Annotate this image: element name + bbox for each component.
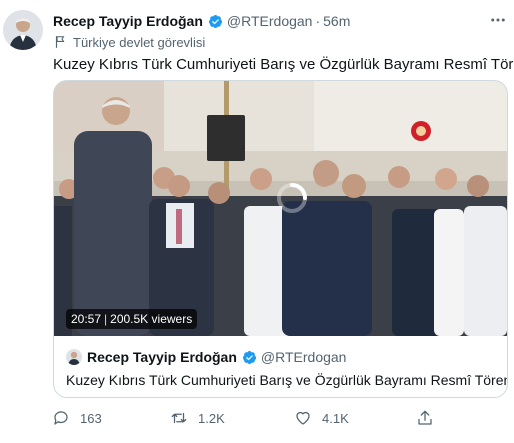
retweet-count: 1.2K <box>198 410 225 426</box>
quoted-author-avatar <box>66 349 82 365</box>
author-avatar[interactable] <box>3 10 43 50</box>
reply-button[interactable]: 163 <box>52 404 102 432</box>
share-button[interactable] <box>416 404 444 432</box>
reply-icon <box>54 411 68 425</box>
verified-badge-icon <box>208 14 222 28</box>
tweet-timestamp[interactable]: 56m <box>323 13 350 29</box>
author-handle[interactable]: @RTErdogan <box>227 13 313 29</box>
viewer-count: 200.5K viewers <box>110 312 193 326</box>
tweet[interactable]: Recep Tayyip Erdoğan @RTErdogan · 56m Tü… <box>0 0 514 443</box>
quoted-tweet-text: Kuzey Kıbrıs Türk Cumhuriyeti Barış ve Ö… <box>66 372 508 388</box>
more-icon <box>491 18 505 22</box>
quoted-author-name: Recep Tayyip Erdoğan <box>87 349 237 365</box>
more-options-button[interactable] <box>486 11 510 29</box>
quoted-tweet[interactable]: 20:57 | 200.5K viewers Recep Tayyip Erdoğa… <box>53 80 508 398</box>
quoted-tweet-header: Recep Tayyip Erdoğan @RTErdogan <box>66 348 346 366</box>
tweet-header: Recep Tayyip Erdoğan @RTErdogan · 56m <box>53 12 473 30</box>
tweet-actions: 163 1.2K 4.1K <box>50 404 450 432</box>
live-video-player[interactable]: 20:57 | 200.5K viewers <box>54 81 507 336</box>
tweet-text: Kuzey Kıbrıs Türk Cumhuriyeti Barış ve Ö… <box>53 56 514 73</box>
author-name[interactable]: Recep Tayyip Erdoğan <box>53 13 203 29</box>
reply-count: 163 <box>80 410 102 426</box>
like-icon <box>296 411 310 425</box>
state-affiliation-label[interactable]: Türkiye devlet görevlisi <box>53 34 205 50</box>
header-separator: · <box>315 13 321 29</box>
retweet-icon <box>171 412 187 424</box>
retweet-button[interactable]: 1.2K <box>170 404 225 432</box>
like-button[interactable]: 4.1K <box>294 404 349 432</box>
loading-spinner-icon <box>277 183 307 213</box>
quoted-author-handle: @RTErdogan <box>260 349 347 365</box>
share-icon <box>418 410 432 425</box>
state-affiliation-text: Türkiye devlet görevlisi <box>73 34 206 50</box>
like-count: 4.1K <box>322 410 349 426</box>
viewers-separator: | <box>104 312 108 326</box>
live-viewers-badge: 20:57 | 200.5K viewers <box>66 309 198 329</box>
video-duration: 20:57 <box>71 312 102 326</box>
flag-icon <box>55 36 65 48</box>
verified-badge-icon <box>242 350 256 364</box>
